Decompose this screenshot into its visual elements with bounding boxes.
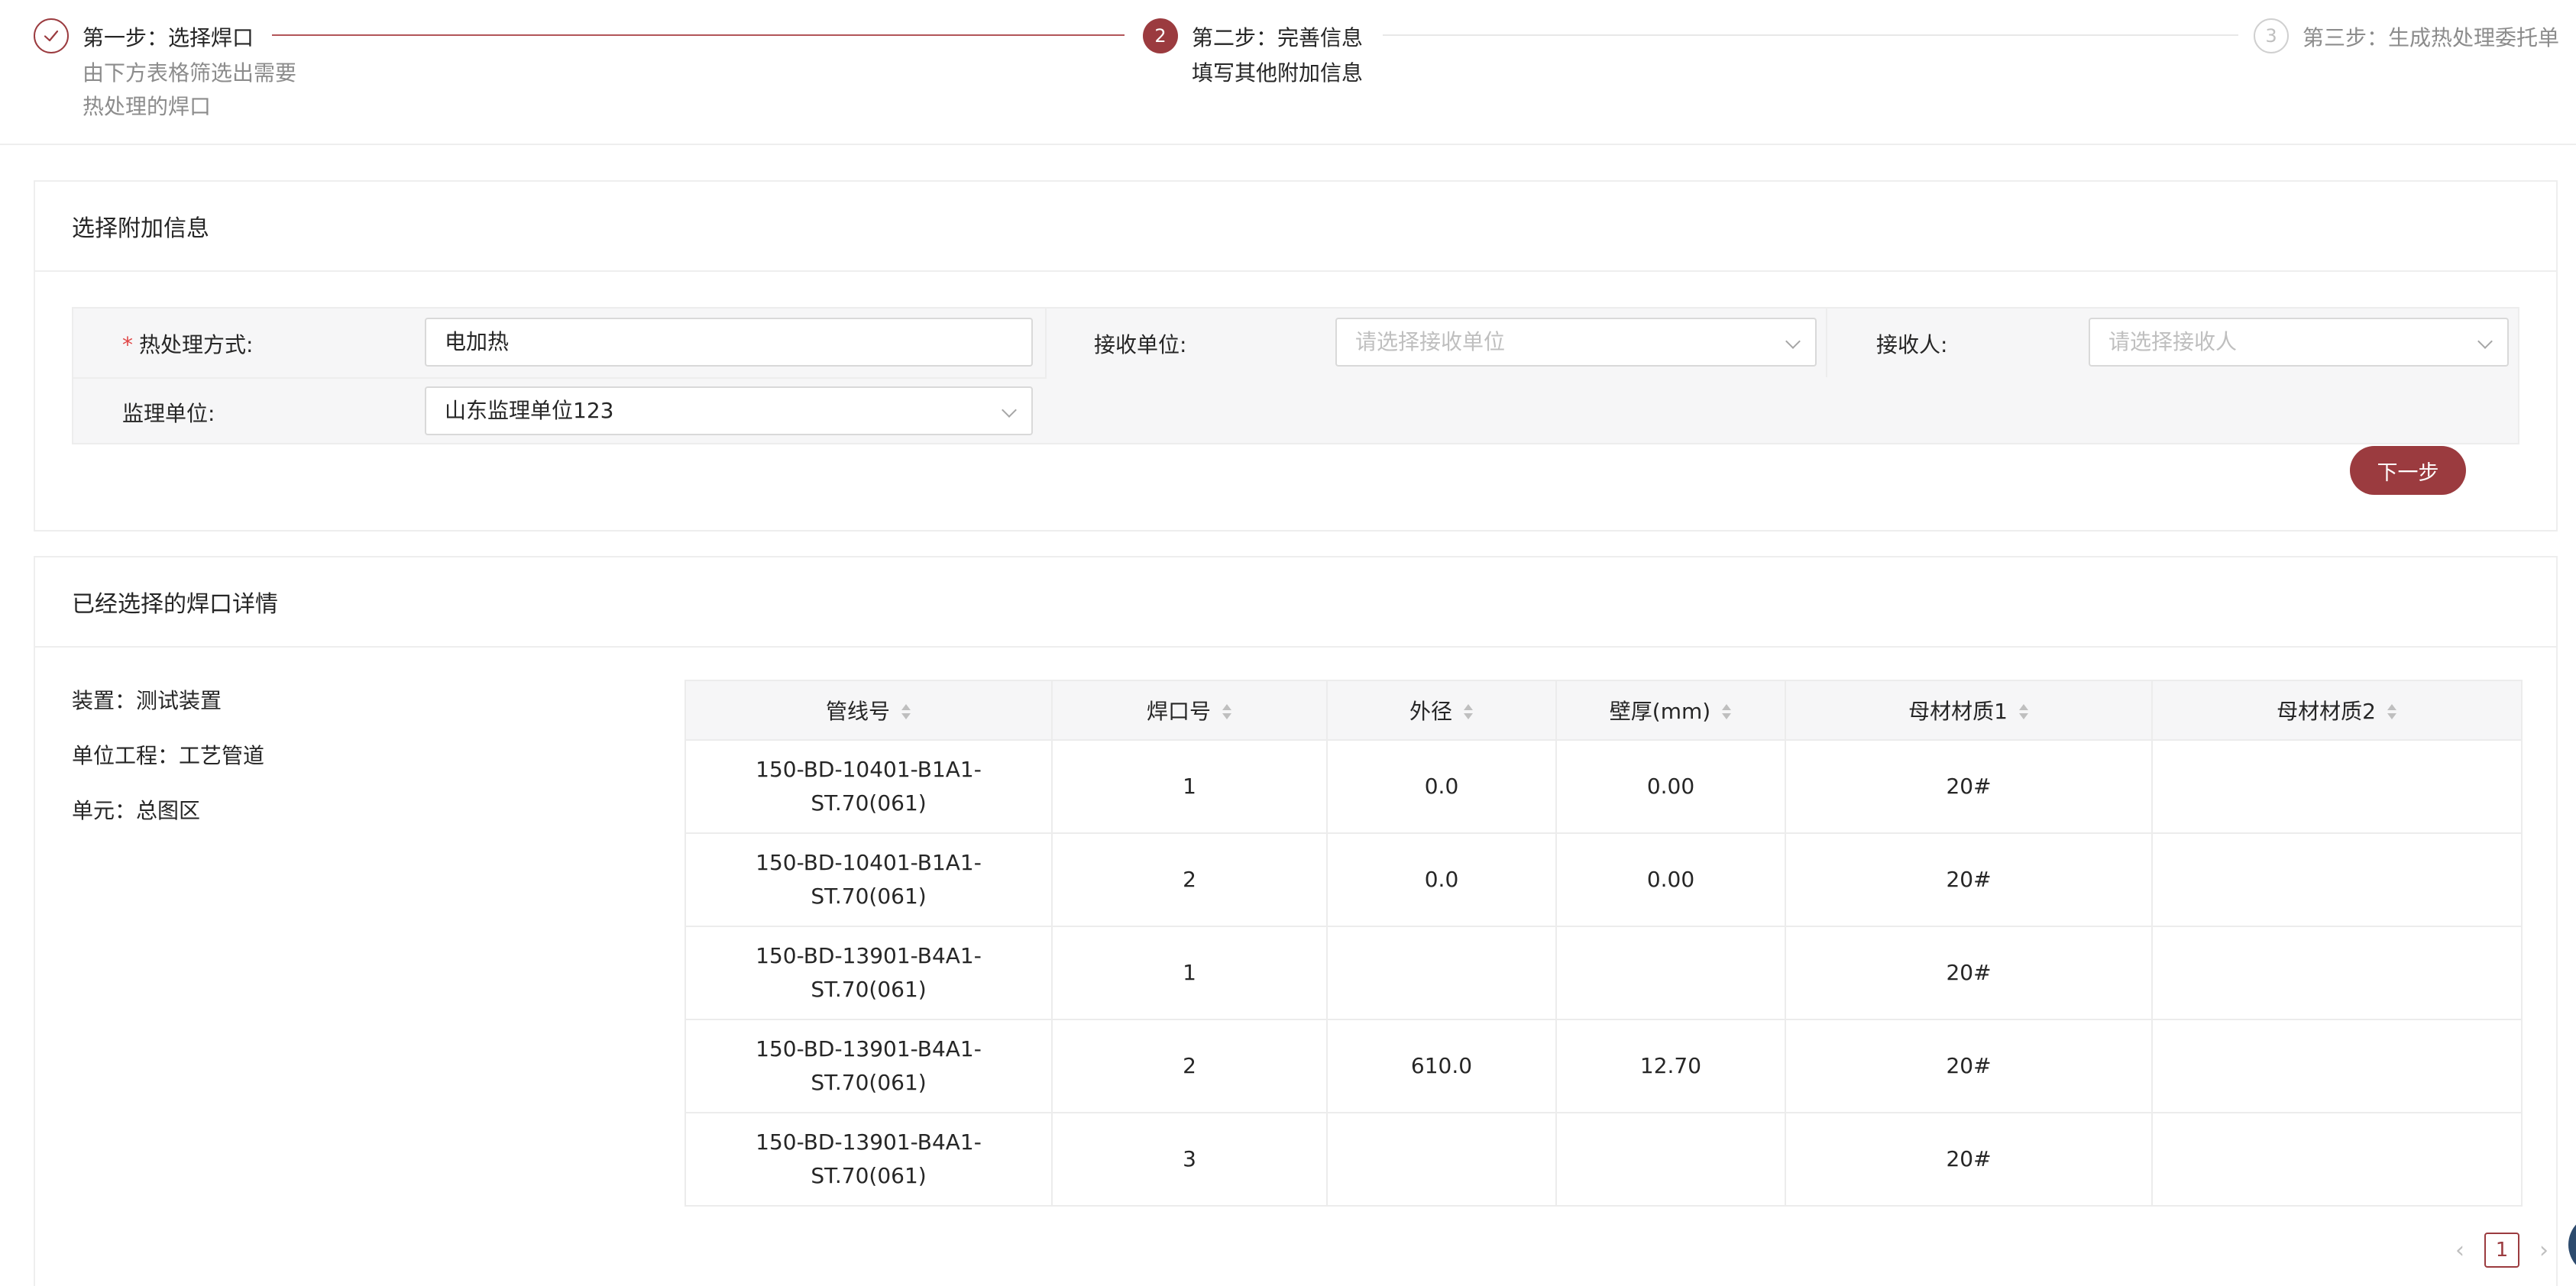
device-info: 装置：测试装置 [72,688,222,713]
additional-info-card: 选择附加信息 * 热处理方式: 电加热 接收单位: 请选择接收单位 接收人: 请选… [34,180,2558,532]
receiver-label: 接收人: [1876,332,1948,357]
cell-line-no: 150-BD-13901-B4A1- ST.70(061) [684,926,1053,1020]
cell-weld-no: 2 [1051,1019,1328,1113]
unit-project-info: 单位工程：工艺管道 [72,743,265,768]
cell-wall-thickness: 0.00 [1555,739,1786,834]
additional-info-form: * 热处理方式: 电加热 接收单位: 请选择接收单位 接收人: 请选择接收人 监理… [72,307,2519,444]
receiver-select[interactable]: 请选择接收人 [2089,318,2509,367]
step-connector-pending [1383,34,2238,36]
additional-info-title: 选择附加信息 [35,182,2556,272]
pagination: ‹ 1 › [2449,1233,2555,1268]
chevron-down-icon [1002,402,1017,418]
form-row-divider [73,377,1047,379]
col-header-line-no[interactable]: 管线号 [684,680,1053,741]
next-step-button[interactable]: 下一步 [2350,446,2466,495]
cell-material-2 [2151,739,2523,834]
cell-material-2 [2151,1019,2523,1113]
table-header-row: 管线号 焊口号 外径 壁厚(mm) 母材材质1 母材材质2 [684,680,2523,741]
chevron-left-icon[interactable]: ‹ [2449,1235,2471,1265]
selected-welds-card: 已经选择的焊口详情 装置：测试装置 单位工程：工艺管道 单元：总图区 管线号 焊… [34,556,2558,1286]
cell-weld-no: 3 [1051,1112,1328,1207]
cell-material-1: 20# [1785,1112,2153,1207]
step-2-desc: 填写其他附加信息 [1192,60,1364,86]
chevron-down-icon [2477,334,2493,349]
cell-material-1: 20# [1785,739,2153,834]
receiver-unit-select[interactable]: 请选择接收单位 [1335,318,1817,367]
cell-material-1: 20# [1785,832,2153,927]
cell-material-2 [2151,832,2523,927]
sort-icon[interactable] [2018,703,2029,722]
sort-icon[interactable] [2387,703,2397,722]
step-1-title: 第一步：选择焊口 [83,25,254,50]
cell-outer-diameter: 0.0 [1326,832,1557,927]
page-number[interactable]: 1 [2484,1233,2519,1268]
steps-bar: 第一步：选择焊口 由下方表格筛选出需要 热处理的焊口 2 第二步：完善信息 填写… [0,0,2576,145]
sort-icon[interactable] [1721,703,1732,722]
sort-icon[interactable] [1463,703,1474,722]
method-label: * 热处理方式: [122,332,254,357]
col-header-material-2[interactable]: 母材材质2 [2151,680,2523,741]
welds-table: 管线号 焊口号 外径 壁厚(mm) 母材材质1 母材材质2 150-BD-104… [684,680,2523,1207]
table-row[interactable]: 150-BD-13901-B4A1- ST.70(061) 2 610.0 12.… [684,1019,2523,1113]
col-header-wall-thickness[interactable]: 壁厚(mm) [1555,680,1786,741]
heat-treatment-method-input[interactable]: 电加热 [425,318,1033,367]
cell-line-no: 150-BD-10401-B1A1- ST.70(061) [684,739,1053,834]
cell-weld-no: 1 [1051,739,1328,834]
step-3-title: 第三步：生成热处理委托单 [2303,25,2560,50]
unit-info: 单元：总图区 [72,798,201,823]
cell-line-no: 150-BD-10401-B1A1- ST.70(061) [684,832,1053,927]
floating-help-button[interactable] [2568,1214,2576,1275]
cell-wall-thickness [1555,1112,1786,1207]
form-col-divider [1826,309,1827,377]
step-1-desc: 由下方表格筛选出需要 热处理的焊口 [83,60,297,119]
cell-outer-diameter: 0.0 [1326,739,1557,834]
cell-weld-no: 1 [1051,926,1328,1020]
step-2-title: 第二步：完善信息 [1192,25,1364,50]
cell-wall-thickness [1555,926,1786,1020]
sort-icon[interactable] [901,703,911,722]
cell-outer-diameter [1326,926,1557,1020]
check-icon [34,18,69,53]
step-connector-done [272,34,1125,36]
form-col-divider [1045,309,1047,377]
cell-material-2 [2151,1112,2523,1207]
supervisor-unit-label: 监理单位: [122,401,215,426]
cell-material-1: 20# [1785,1019,2153,1113]
cell-weld-no: 2 [1051,832,1328,927]
cell-material-1: 20# [1785,926,2153,1020]
table-row[interactable]: 150-BD-10401-B1A1- ST.70(061) 1 0.0 0.00 … [684,739,2523,834]
cell-outer-diameter [1326,1112,1557,1207]
selected-welds-title: 已经选择的焊口详情 [35,557,2556,648]
cell-line-no: 150-BD-13901-B4A1- ST.70(061) [684,1112,1053,1207]
col-header-outer-diameter[interactable]: 外径 [1326,680,1557,741]
table-row[interactable]: 150-BD-13901-B4A1- ST.70(061) 3 20# [684,1112,2523,1207]
sort-icon[interactable] [1222,703,1232,722]
cell-line-no: 150-BD-13901-B4A1- ST.70(061) [684,1019,1053,1113]
table-row[interactable]: 150-BD-10401-B1A1- ST.70(061) 2 0.0 0.00 … [684,832,2523,927]
chevron-down-icon [1785,334,1801,349]
col-header-weld-no[interactable]: 焊口号 [1051,680,1328,741]
cell-wall-thickness: 12.70 [1555,1019,1786,1113]
supervisor-unit-select[interactable]: 山东监理单位123 [425,386,1033,435]
cell-material-2 [2151,926,2523,1020]
cell-outer-diameter: 610.0 [1326,1019,1557,1113]
step-2-number: 2 [1143,18,1178,53]
chevron-right-icon[interactable]: › [2533,1235,2555,1265]
table-row[interactable]: 150-BD-13901-B4A1- ST.70(061) 1 20# [684,926,2523,1020]
cell-wall-thickness: 0.00 [1555,832,1786,927]
receiver-unit-label: 接收单位: [1094,332,1187,357]
col-header-material-1[interactable]: 母材材质1 [1785,680,2153,741]
step-3-number: 3 [2254,18,2289,53]
